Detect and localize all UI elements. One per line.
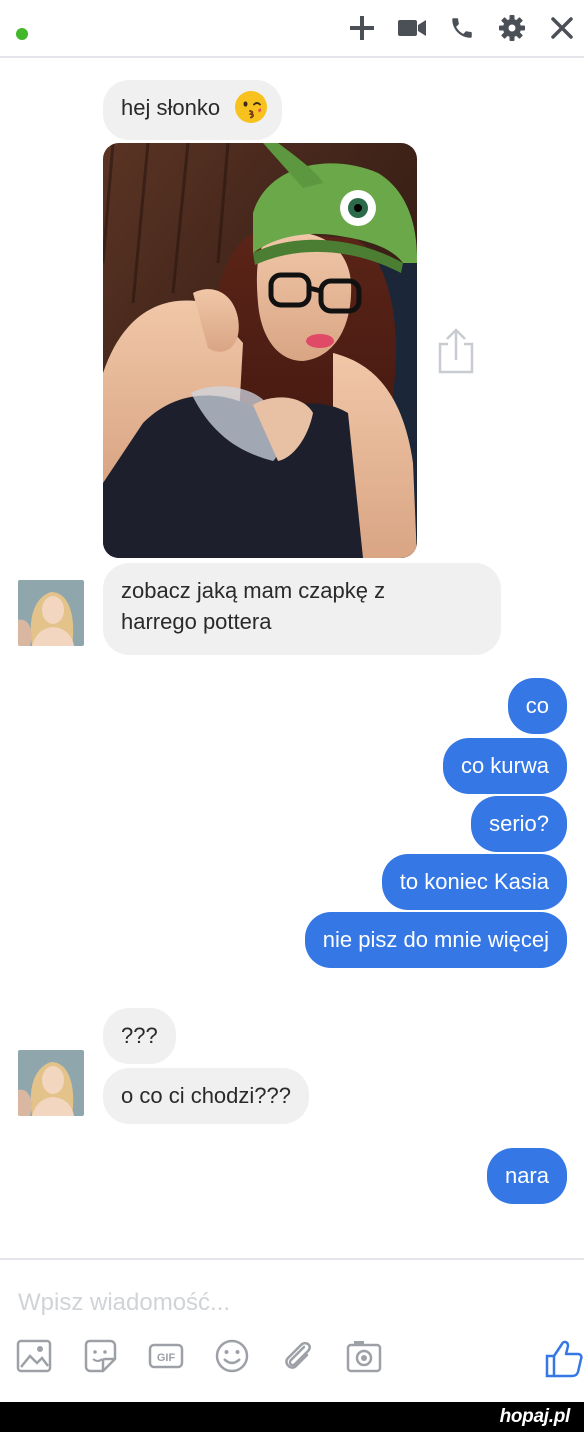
add-icon[interactable]	[344, 10, 380, 46]
message-received[interactable]: hej słonko	[103, 80, 283, 140]
svg-text:GIF: GIF	[157, 1352, 176, 1364]
sticker-icon[interactable]	[80, 1336, 120, 1376]
video-camera-icon[interactable]	[394, 10, 430, 46]
contact-avatar[interactable]	[18, 580, 84, 646]
shared-photo[interactable]	[103, 143, 417, 558]
message-sent[interactable]: nie pisz do mnie więcej	[304, 912, 567, 968]
chat-header	[0, 0, 584, 58]
message-composer: GIF	[0, 1258, 584, 1402]
camera-icon[interactable]	[344, 1336, 384, 1376]
gear-icon[interactable]	[494, 10, 530, 46]
message-text-line: zobacz jaką mam czapkę z	[121, 578, 386, 603]
watermark-bar: hopaj.pl	[0, 1402, 584, 1432]
message-received[interactable]: ???	[103, 1008, 176, 1064]
message-input[interactable]	[0, 1260, 584, 1320]
message-sent[interactable]: co	[507, 678, 567, 734]
message-sent[interactable]: serio?	[471, 796, 567, 852]
message-text: hej słonko	[121, 95, 221, 120]
kissing-face-icon	[234, 90, 268, 124]
message-sent[interactable]: nara	[486, 1148, 567, 1204]
contact-avatar[interactable]	[18, 1050, 84, 1116]
message-received[interactable]: zobacz jaką mam czapkę z harrego pottera	[103, 563, 501, 655]
message-received[interactable]: o co ci chodzi???	[103, 1068, 309, 1124]
emoji-icon[interactable]	[212, 1336, 252, 1376]
message-sent[interactable]: to koniec Kasia	[381, 854, 567, 910]
header-actions	[344, 10, 580, 46]
composer-tools: GIF	[14, 1336, 384, 1376]
attachment-icon[interactable]	[278, 1336, 318, 1376]
photo-icon[interactable]	[14, 1336, 54, 1376]
gif-icon[interactable]: GIF	[146, 1336, 186, 1376]
site-logo: hopaj.pl	[499, 1406, 571, 1427]
message-text-line: harrego pottera	[121, 609, 272, 634]
share-icon[interactable]	[436, 326, 476, 376]
message-sent[interactable]: co kurwa	[442, 738, 567, 794]
thumbs-up-icon[interactable]	[544, 1338, 584, 1378]
phone-icon[interactable]	[444, 10, 480, 46]
close-icon[interactable]	[544, 10, 580, 46]
online-status-dot	[16, 28, 28, 40]
